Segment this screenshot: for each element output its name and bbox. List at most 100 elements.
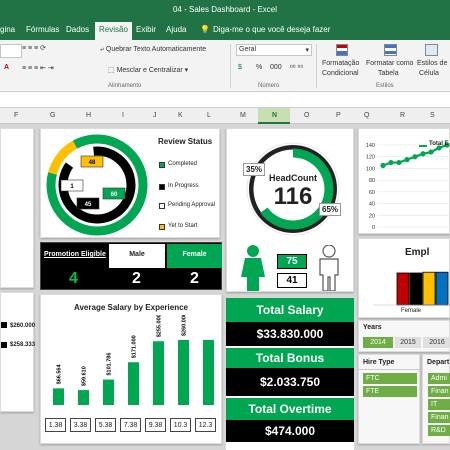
tab-view[interactable]: Exibir	[136, 25, 156, 34]
trend-point	[388, 159, 394, 166]
year-2014-button[interactable]: 2014	[363, 337, 393, 348]
y-tick-label: 120	[366, 155, 375, 161]
salary-bar	[153, 341, 164, 405]
tab-help[interactable]: Ajuda	[166, 25, 186, 34]
review-data-label: 60	[111, 192, 118, 198]
salary-bar-label: $171.000	[132, 335, 138, 358]
salary-bar	[53, 388, 64, 405]
column-header-active[interactable]: N	[272, 112, 277, 119]
total-bonus-label: Total Bonus	[226, 348, 354, 368]
promotion-card: Promotion Eligible Male Female 4 2 2	[40, 242, 222, 290]
conditional-format-button[interactable]: Formatação Condicional	[320, 42, 366, 82]
trend-point	[396, 159, 402, 166]
align-icons[interactable]: ≡ ≡ ≡ ⟳	[22, 44, 46, 52]
percent-icon[interactable]: %	[256, 64, 262, 71]
column-header[interactable]: Q	[364, 112, 369, 119]
salary-bar-chart: $66.564 $59.610 $101.786 $171.000 $255.000 $2…	[53, 315, 214, 405]
tab-page-layout[interactable]: gina	[0, 25, 15, 34]
column-header[interactable]: S	[430, 112, 435, 119]
legend-completed: Completed	[168, 161, 198, 167]
format-as-table-button[interactable]: Formatar como Tabela	[366, 42, 416, 82]
trend-point	[420, 151, 426, 157]
year-2016-button[interactable]: 2016	[423, 337, 450, 348]
column-header[interactable]: M	[240, 112, 246, 119]
headcount-card: HeadCount 116 35% 65% 75 41	[226, 128, 354, 292]
number-format-value: Geral	[239, 46, 257, 53]
male-icon	[319, 245, 339, 291]
dept-button[interactable]: R&D	[428, 425, 450, 436]
hire-ftc-button[interactable]: FTC	[363, 373, 417, 384]
column-header[interactable]: F	[14, 112, 18, 119]
dept-button[interactable]: Finan	[428, 386, 450, 397]
female-header: Female	[167, 244, 222, 268]
decimal-icons[interactable]: ⁰⁰ ⁰⁰	[290, 64, 303, 72]
legend-in-progress: In Progress	[168, 183, 199, 189]
cell-styles-button[interactable]: Estilos de Célula	[417, 42, 450, 82]
styles-group-label: Estilos	[376, 83, 394, 89]
tab-data[interactable]: Dados	[66, 25, 89, 34]
employee-bar	[409, 272, 423, 306]
experience-label: 10.3	[170, 418, 191, 432]
salary-bar	[78, 390, 89, 405]
salary-bar-label: $255.000	[157, 315, 163, 337]
trend-point	[404, 157, 410, 163]
total-overtime-value: $474.000	[226, 420, 354, 442]
employee-bar	[422, 271, 436, 306]
column-header[interactable]: O	[304, 112, 309, 119]
indent-icons[interactable]: ≡ ≡ ≡ ⇤ ⇥	[22, 64, 54, 72]
y-tick-label: 100	[366, 166, 375, 172]
dept-button[interactable]: Finan	[428, 412, 450, 423]
column-header[interactable]: I	[122, 112, 124, 119]
salary-bar-label: $260.000	[182, 315, 188, 336]
font-color-icon[interactable]: A	[4, 64, 9, 71]
column-header[interactable]: G	[50, 112, 55, 119]
trend-chart-card: 140 120 100 80 60 40 20 0 Total E	[358, 128, 450, 234]
cond-format-line1: Formatação	[322, 60, 360, 67]
title-bar: 04 - Sales Dashboard - Excel	[0, 0, 450, 20]
tab-formulas[interactable]: Fórmulas	[26, 25, 59, 34]
male-count: 41	[277, 273, 307, 288]
dept-button[interactable]: IT	[428, 399, 450, 410]
currency-icon[interactable]: $	[238, 64, 242, 71]
promotion-title: Promotion Eligible	[44, 251, 106, 258]
merge-center-label: Mesclar e Centralizar	[116, 67, 183, 74]
experience-label: 1.38	[45, 418, 66, 432]
female-count: 75	[277, 254, 307, 269]
employee-bar	[396, 272, 410, 306]
year-2015-button[interactable]: 2015	[395, 337, 421, 348]
column-header[interactable]: P	[336, 112, 341, 119]
dept-button[interactable]: Admi	[428, 373, 450, 384]
totals-card: Total Salary $33.830.000 Total Bonus $2.…	[226, 298, 354, 450]
bar-value-label: $258.333	[10, 342, 36, 348]
total-overtime-label: Total Overtime	[226, 398, 354, 420]
column-header[interactable]: K	[178, 112, 183, 119]
column-header[interactable]: J	[153, 112, 157, 119]
promotion-total: 4	[69, 270, 78, 287]
lightbulb-icon: 💡	[200, 25, 210, 34]
tell-me-search[interactable]: Diga-me o que você deseja fazer	[213, 25, 330, 34]
legend-swatch-completed	[159, 162, 165, 168]
tab-review[interactable]: Revisão	[95, 22, 132, 40]
wrap-text-label: Quebrar Texto Automaticamente	[105, 46, 207, 53]
cell-styles-icon	[425, 44, 438, 56]
salary-chart-title: Average Salary by Experience	[74, 303, 188, 312]
column-header[interactable]: L	[207, 112, 211, 119]
window-title: 04 - Sales Dashboard - Excel	[172, 5, 278, 14]
review-data-label: 45	[85, 202, 92, 208]
column-header[interactable]: R	[400, 112, 405, 119]
text-box[interactable]	[0, 44, 22, 58]
y-tick-label: 20	[369, 213, 375, 219]
thousands-icon[interactable]: 000	[270, 64, 282, 71]
formula-bar[interactable]	[0, 92, 450, 108]
bar-value-label: $260.000	[10, 323, 36, 329]
y-tick-label: 40	[369, 202, 375, 208]
bar-marker	[1, 322, 7, 328]
total-salary-label: Total Salary	[226, 298, 354, 322]
review-status-card: 48 1 60 45 Review Status Completed In Progr…	[40, 128, 220, 238]
number-format-select[interactable]: Geral ▾	[236, 44, 312, 56]
column-header[interactable]: H	[86, 112, 91, 119]
hire-fte-button[interactable]: FTE	[363, 386, 417, 397]
merge-center-button[interactable]: ⬚ Mesclar e Centralizar ▾	[108, 66, 188, 74]
legend-swatch-yet-to-start	[159, 224, 165, 230]
wrap-text-button[interactable]: ⤶ Quebrar Texto Automaticamente	[100, 46, 206, 54]
